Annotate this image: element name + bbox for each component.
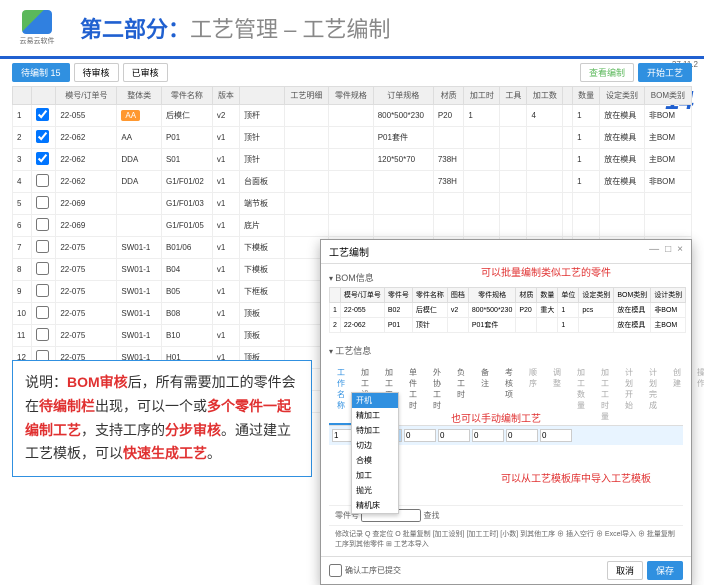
row-checkbox[interactable] [36,262,49,275]
dropdown-option[interactable]: 合模 [352,453,398,468]
tab-pending[interactable]: 待编制 15 [12,63,70,82]
process-edit-dialog: 工艺编制 — □ × 可以批量编制类似工艺的零件 BOM信息 模号/订单号零件号… [320,239,692,585]
dropdown-option[interactable]: 加工 [352,468,398,483]
table-row[interactable]: 522-069G1/F01/03v1端节板 [13,193,692,215]
row-checkbox[interactable] [36,152,49,165]
table-row[interactable]: 622-069G1/F01/05v1底片 [13,215,692,237]
tab-approved[interactable]: 已审核 [123,63,168,82]
dialog-title: 工艺编制 [329,244,369,259]
process-name-dropdown[interactable]: 开机精加工特加工切边合模加工抛光精机床 [351,392,399,514]
btn-start-process[interactable]: 开始工艺 [638,63,692,82]
dropdown-option[interactable]: 切边 [352,438,398,453]
page-title: 第二部分：工艺管理 – 工艺编制 [80,12,390,44]
page-header: 云易云软件 第二部分：工艺管理 – 工艺编制 [0,0,704,59]
logo-subtext: 云易云软件 [20,36,55,46]
btn-view-edit[interactable]: 查看编制 [580,63,634,82]
dropdown-option[interactable]: 特加工 [352,423,398,438]
val5-input[interactable] [540,429,572,442]
val2-input[interactable] [438,429,470,442]
table-row[interactable]: 322-062DDAS01v1顶针120*50*70738H1放在模具主BOM [13,149,692,171]
row-checkbox[interactable] [36,306,49,319]
process-tab[interactable]: 外协工时 [425,364,449,425]
tab-review[interactable]: 待审核 [74,63,119,82]
main-toolbar: 待编制 15 待审核 已审核 查看编制 开始工艺 [12,63,692,82]
row-checkbox[interactable] [36,328,49,341]
confirm-checkbox[interactable]: 确认工序已提交 [329,564,401,577]
col-header: 工艺明细 [284,87,329,105]
bom-row[interactable]: 122-055B02后模仁v2800*500*230P20重大1pcs放在模具非… [330,303,686,318]
col-header: 加工数 [527,87,563,105]
col-header [13,87,32,105]
dropdown-option[interactable]: 开机 [352,393,398,408]
col-header: 数量 [573,87,600,105]
col-header [32,87,56,105]
col-header: 订单规格 [373,87,433,105]
table-row[interactable]: 422-062DDAG1/F01/02v1台面板738H1放在模具非BOM [13,171,692,193]
val3-input[interactable] [472,429,504,442]
explanation-box: 说明：BOM审核后，所有需要加工的零件会在待编制栏出现，可以一个或多个零件一起编… [12,360,312,477]
dropdown-option[interactable]: 精机床 [352,498,398,513]
seq-input[interactable] [332,429,352,442]
row-checkbox[interactable] [36,108,49,121]
logo-icon [22,10,52,34]
annotation-batch: 可以批量编制类似工艺的零件 [481,264,611,279]
annotation-manual: 也可以手动编制工艺 [451,410,541,425]
row-checkbox[interactable] [36,218,49,231]
process-tab[interactable]: 单件工时 [401,364,425,425]
annotation-template: 可以从工艺模板库中导入工艺模板 [501,470,651,485]
row-checkbox[interactable] [36,130,49,143]
cancel-button[interactable]: 取消 [607,561,643,580]
table-row[interactable]: 222-062AAP01v1顶针P01套件1放在模具主BOM [13,127,692,149]
row-checkbox[interactable] [36,240,49,253]
row-checkbox[interactable] [36,174,49,187]
col-header: 零件名称 [161,87,212,105]
footer-hints: 修改记录 Q 查定位 O 批量复制 [加工设别] [加工工时] [小数] 到其他… [329,525,683,552]
save-button[interactable]: 保存 [647,561,683,580]
val1-input[interactable] [404,429,436,442]
dropdown-option[interactable]: 抛光 [352,483,398,498]
col-header: 材质 [433,87,464,105]
process-tab[interactable]: 工作名称 [329,364,353,425]
minimize-icon[interactable]: — [649,244,659,259]
dropdown-option[interactable]: 精加工 [352,408,398,423]
col-header: 加工时 [464,87,500,105]
table-row[interactable]: 122-055AA后模仁v2顶杆800*500*230P20141放在模具非BO… [13,105,692,127]
col-header [240,87,285,105]
bom-row[interactable]: 222-062P01顶针P01套件1放在模具主BOM [330,318,686,333]
col-header: 版本 [212,87,239,105]
maximize-icon[interactable]: □ [665,244,671,259]
col-header: 工具 [500,87,527,105]
col-header: 整体类 [117,87,162,105]
col-header [563,87,573,105]
section-process[interactable]: 工艺信息 [329,341,683,360]
val4-input[interactable] [506,429,538,442]
logo: 云易云软件 [12,8,62,48]
col-header: 设定类别 [600,87,645,105]
col-header: BOM类别 [644,87,691,105]
row-checkbox[interactable] [36,284,49,297]
close-icon[interactable]: × [677,244,683,259]
col-header: 零件规格 [329,87,374,105]
col-header: 模号/订单号 [56,87,117,105]
bom-table: 模号/订单号零件号零件名称图档零件规格材质数量单位设定类别BOM类别设计类别 1… [329,287,686,333]
row-checkbox[interactable] [36,196,49,209]
